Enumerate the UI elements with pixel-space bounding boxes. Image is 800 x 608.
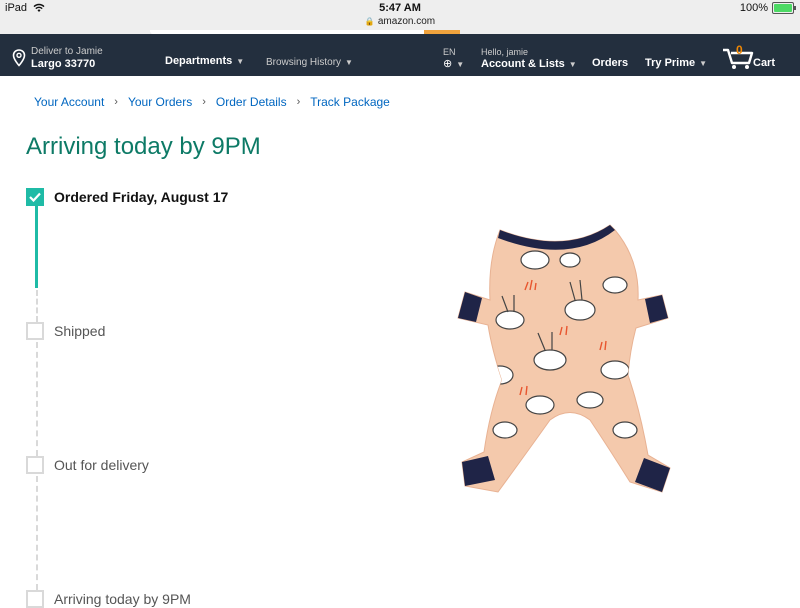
try-prime-menu[interactable]: Try Prime ▼ xyxy=(645,57,707,69)
chevron-down-icon: ▼ xyxy=(456,60,465,69)
chevron-down-icon: ▼ xyxy=(236,57,245,66)
deliver-to-label: Deliver to Jamie xyxy=(31,46,103,57)
browsing-history-label: Browsing History xyxy=(266,57,342,68)
chevron-down-icon: ▼ xyxy=(345,58,353,67)
chevron-down-icon: ▼ xyxy=(568,60,577,69)
departments-menu[interactable]: Departments ▼ xyxy=(165,55,244,67)
deliver-to[interactable]: Deliver to Jamie Largo 33770 xyxy=(12,46,103,70)
checkbox-empty-icon xyxy=(26,590,44,608)
globe-icon: ⊕ xyxy=(443,58,453,70)
account-greeting: Hello, jamie xyxy=(481,47,529,57)
status-time: 5:47 AM xyxy=(379,2,421,14)
step-shipped-label: Shipped xyxy=(54,323,106,339)
checkbox-checked-icon xyxy=(26,188,44,206)
battery-percent: 100% xyxy=(739,2,768,14)
status-bar: iPad 5:47 AM 🔒 amazon.com 100% xyxy=(0,0,800,34)
progress-line-pending xyxy=(36,342,38,456)
progress-line-complete xyxy=(35,206,38,288)
url-text: amazon.com xyxy=(377,16,436,27)
breadcrumb-separator-icon: › xyxy=(296,96,301,108)
step-arriving: Arriving today by 9PM xyxy=(26,590,191,608)
step-shipped: Shipped xyxy=(26,322,105,340)
breadcrumb-track-package[interactable]: Track Package xyxy=(310,95,390,109)
location-pin-icon xyxy=(12,49,26,67)
language-selector[interactable]: EN ⊕ ▼ xyxy=(443,46,464,71)
account-label: Account & Lists xyxy=(481,58,565,70)
lock-icon: 🔒 xyxy=(364,17,375,26)
step-out-for-delivery-label: Out for delivery xyxy=(54,457,149,473)
page-title: Arriving today by 9PM xyxy=(26,133,261,160)
orders-link[interactable]: Orders xyxy=(592,57,628,69)
progress-line-pending xyxy=(36,290,38,322)
address-bar[interactable]: 🔒 amazon.com xyxy=(0,16,800,27)
status-right: 100% xyxy=(739,2,796,14)
breadcrumb-your-account[interactable]: Your Account xyxy=(34,95,104,109)
language-code: EN xyxy=(443,47,456,57)
checkbox-empty-icon xyxy=(26,322,44,340)
chevron-down-icon: ▼ xyxy=(699,59,708,68)
step-out-for-delivery: Out for delivery xyxy=(26,456,149,474)
amazon-nav: Deliver to Jamie Largo 33770 Departments… xyxy=(0,34,800,76)
progress-line-pending xyxy=(36,476,38,590)
cart-count: 0 xyxy=(736,43,743,57)
breadcrumb-separator-icon: › xyxy=(114,96,118,108)
departments-label: Departments xyxy=(165,55,233,67)
breadcrumb: Your Account › Your Orders › Order Detai… xyxy=(34,95,390,109)
try-prime-label: Try Prime xyxy=(645,57,696,69)
breadcrumb-order-details[interactable]: Order Details xyxy=(216,95,287,109)
battery-icon xyxy=(772,2,796,14)
browsing-history-menu[interactable]: Browsing History ▼ xyxy=(266,57,353,68)
step-arriving-label: Arriving today by 9PM xyxy=(54,591,191,607)
breadcrumb-separator-icon: › xyxy=(202,96,206,108)
cart-button[interactable]: 0 Cart xyxy=(722,43,782,72)
step-ordered: Ordered Friday, August 17 xyxy=(26,188,228,206)
deliver-location: Largo 33770 xyxy=(31,58,96,70)
checkbox-empty-icon xyxy=(26,456,44,474)
breadcrumb-your-orders[interactable]: Your Orders xyxy=(128,95,192,109)
product-image[interactable] xyxy=(440,200,690,500)
account-menu[interactable]: Hello, jamie Account & Lists ▼ xyxy=(481,46,577,71)
step-ordered-label: Ordered Friday, August 17 xyxy=(54,189,229,205)
battery-fill xyxy=(774,4,792,12)
cart-label: Cart xyxy=(753,57,776,69)
